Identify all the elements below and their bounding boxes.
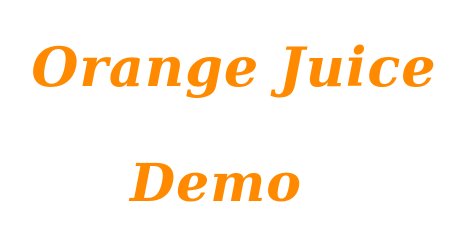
font-sample-line-1: Orange Juice xyxy=(31,35,437,99)
font-sample-line-2: Demo xyxy=(130,153,302,214)
